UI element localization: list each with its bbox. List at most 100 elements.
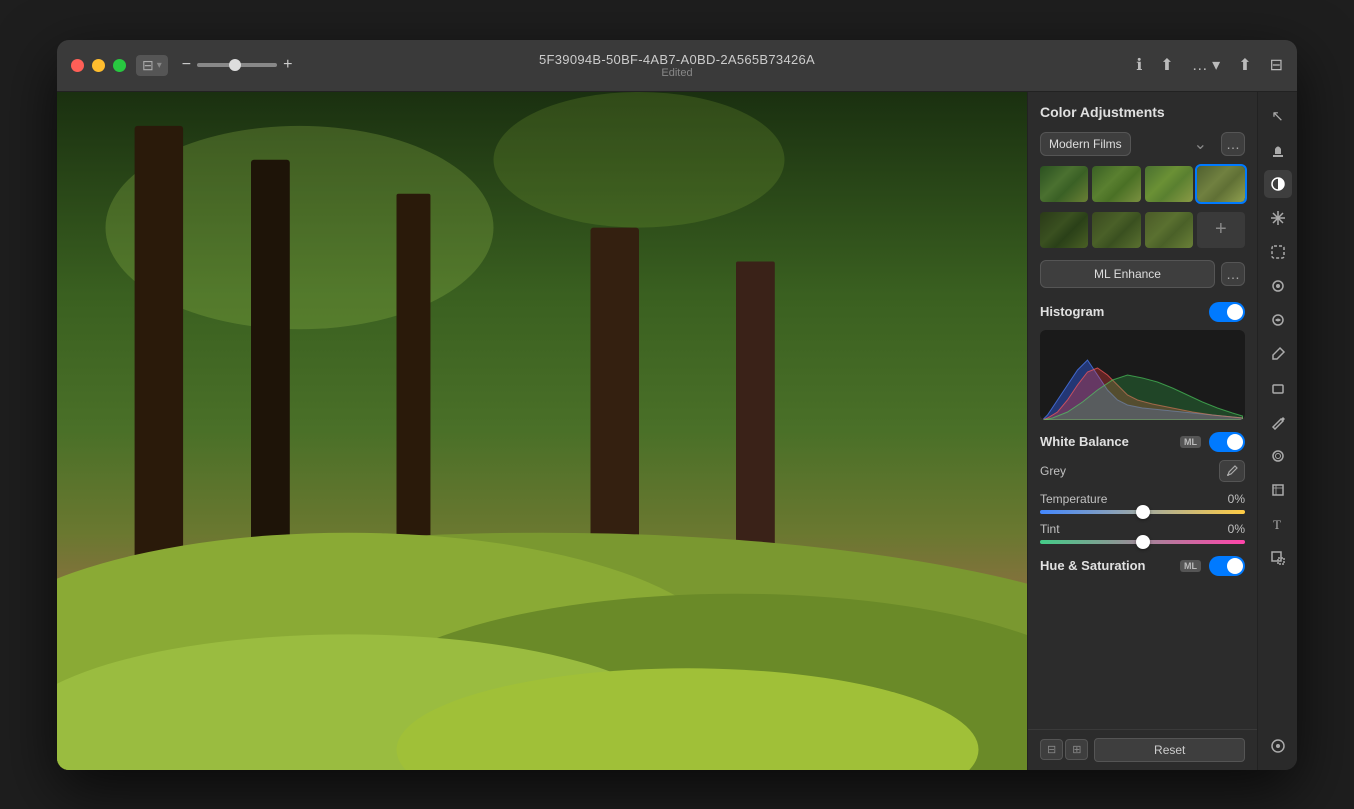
white-balance-ml-area: ML xyxy=(1180,432,1245,452)
tint-label: Tint xyxy=(1040,522,1060,536)
tint-value: 0% xyxy=(1228,522,1245,536)
hue-saturation-toggle-knob xyxy=(1227,558,1243,574)
temperature-label: Temperature xyxy=(1040,492,1107,506)
thumbnail-5[interactable] xyxy=(1040,212,1088,248)
preset-dropdown-row: Modern Films Classic Films Fade None … xyxy=(1040,132,1245,156)
temperature-slider[interactable] xyxy=(1040,510,1245,514)
app-window: ⊟ ▾ − + 5F39094B-50BF-4AB7-A0BD-2A565B73… xyxy=(57,40,1297,770)
histogram-toggle[interactable] xyxy=(1209,302,1245,322)
magic-select-tool[interactable] xyxy=(1264,272,1292,300)
white-balance-ml-badge: ML xyxy=(1180,436,1201,448)
layout-button[interactable]: ⊟ xyxy=(1270,55,1283,75)
white-balance-label: White Balance xyxy=(1040,434,1129,449)
hue-saturation-controls: ML xyxy=(1180,556,1245,576)
thumbnail-4[interactable] xyxy=(1197,166,1245,202)
add-thumbnail-button[interactable]: + xyxy=(1197,212,1245,248)
preset-select-wrapper: Modern Films Classic Films Fade None xyxy=(1040,132,1215,156)
grey-label: Grey xyxy=(1040,464,1066,478)
grey-row: Grey xyxy=(1040,460,1245,482)
photo-area xyxy=(57,92,1027,770)
rotate-button[interactable]: ⬆ xyxy=(1160,55,1173,75)
white-balance-header: White Balance ML xyxy=(1040,432,1245,452)
magic-wand-tool[interactable] xyxy=(1264,204,1292,232)
title-center: 5F39094B-50BF-4AB7-A0BD-2A565B73426A Edi… xyxy=(539,52,815,79)
preset-select[interactable]: Modern Films Classic Films Fade None xyxy=(1040,132,1131,156)
histogram-label: Histogram xyxy=(1040,304,1104,319)
thumbnails-row2: + xyxy=(1040,212,1245,248)
temperature-value: 0% xyxy=(1228,492,1245,506)
main-content: Color Adjustments Modern Films Classic F… xyxy=(57,92,1297,770)
zoom-plus-button[interactable]: + xyxy=(283,56,292,74)
eraser-tool[interactable] xyxy=(1264,374,1292,402)
sidebar-toggle[interactable]: ⊟ ▾ xyxy=(136,55,168,76)
temperature-slider-thumb xyxy=(1136,505,1150,519)
lasso-tool[interactable] xyxy=(1264,238,1292,266)
thumbnail-7[interactable] xyxy=(1145,212,1193,248)
thumbnail-6[interactable] xyxy=(1092,212,1140,248)
thumbnail-1[interactable] xyxy=(1040,166,1088,202)
minimize-button[interactable] xyxy=(92,59,105,72)
pencil-tool[interactable] xyxy=(1264,408,1292,436)
title-bar-actions: ℹ ⬆ … ▾ ⬆ ⊟ xyxy=(1136,55,1283,75)
hue-saturation-ml-badge: ML xyxy=(1180,560,1201,572)
eyedropper-icon xyxy=(1225,464,1239,478)
reset-row: ⊟ ⊞ Reset xyxy=(1028,729,1257,770)
far-right-tools: ↖ xyxy=(1257,92,1297,770)
zoom-controls: − + xyxy=(182,56,293,74)
bottom-action-tool[interactable] xyxy=(1264,732,1292,760)
title-bar: ⊟ ▾ − + 5F39094B-50BF-4AB7-A0BD-2A565B73… xyxy=(57,40,1297,92)
view-split-button[interactable]: ⊞ xyxy=(1065,739,1088,760)
cursor-tool[interactable]: ↖ xyxy=(1264,102,1292,130)
ml-enhance-more-button[interactable]: … xyxy=(1221,262,1245,286)
tint-slider-thumb xyxy=(1136,535,1150,549)
hue-saturation-label: Hue & Saturation xyxy=(1040,558,1145,573)
zoom-slider[interactable] xyxy=(197,63,277,67)
more-button[interactable]: … ▾ xyxy=(1192,55,1220,75)
view-toggle: ⊟ ⊞ xyxy=(1040,739,1088,760)
white-balance-toggle[interactable] xyxy=(1209,432,1245,452)
chevron-down-icon: ▾ xyxy=(157,60,162,71)
photo-display xyxy=(57,92,1027,770)
ml-enhance-row: ML Enhance … xyxy=(1040,260,1245,288)
export-button[interactable]: ⬆ xyxy=(1238,55,1251,75)
panel-title: Color Adjustments xyxy=(1040,104,1245,120)
eyedropper-button[interactable] xyxy=(1219,460,1245,482)
thumbnail-2[interactable] xyxy=(1092,166,1140,202)
thumbnail-3[interactable] xyxy=(1145,166,1193,202)
sidebar-toggle-icon: ⊟ xyxy=(142,57,154,74)
tint-slider[interactable] xyxy=(1040,540,1245,544)
color-adjustments-panel: Color Adjustments Modern Films Classic F… xyxy=(1028,92,1257,729)
transform-tool[interactable] xyxy=(1264,544,1292,572)
fill-tool[interactable] xyxy=(1264,442,1292,470)
thumbnails-row1 xyxy=(1040,166,1245,202)
close-button[interactable] xyxy=(71,59,84,72)
white-balance-section: White Balance ML Grey xyxy=(1040,432,1245,544)
crop-tool[interactable] xyxy=(1264,476,1292,504)
histogram-header: Histogram xyxy=(1040,302,1245,322)
white-balance-toggle-knob xyxy=(1227,434,1243,450)
right-panel: Color Adjustments Modern Films Classic F… xyxy=(1027,92,1257,770)
preset-more-button[interactable]: … xyxy=(1221,132,1245,156)
view-single-button[interactable]: ⊟ xyxy=(1040,739,1063,760)
fullscreen-button[interactable] xyxy=(113,59,126,72)
brush-tool[interactable] xyxy=(1264,340,1292,368)
histogram-toggle-knob xyxy=(1227,304,1243,320)
ml-enhance-button[interactable]: ML Enhance xyxy=(1040,260,1215,288)
info-button[interactable]: ℹ xyxy=(1136,55,1142,75)
color-adjust-tool[interactable] xyxy=(1264,170,1292,198)
hue-saturation-toggle[interactable] xyxy=(1209,556,1245,576)
stamp-tool[interactable] xyxy=(1264,136,1292,164)
reset-button[interactable]: Reset xyxy=(1094,738,1245,762)
paint-tool[interactable] xyxy=(1264,306,1292,334)
tint-label-row: Tint 0% xyxy=(1040,522,1245,536)
temperature-slider-row: Temperature 0% xyxy=(1040,492,1245,514)
traffic-lights xyxy=(71,59,126,72)
text-tool[interactable]: T xyxy=(1264,510,1292,538)
window-subtitle: Edited xyxy=(539,67,815,79)
hue-saturation-header: Hue & Saturation ML xyxy=(1040,556,1245,576)
tint-slider-row: Tint 0% xyxy=(1040,522,1245,544)
temperature-label-row: Temperature 0% xyxy=(1040,492,1245,506)
histogram-display xyxy=(1040,330,1245,420)
zoom-minus-button[interactable]: − xyxy=(182,56,191,74)
svg-text:T: T xyxy=(1273,517,1281,532)
